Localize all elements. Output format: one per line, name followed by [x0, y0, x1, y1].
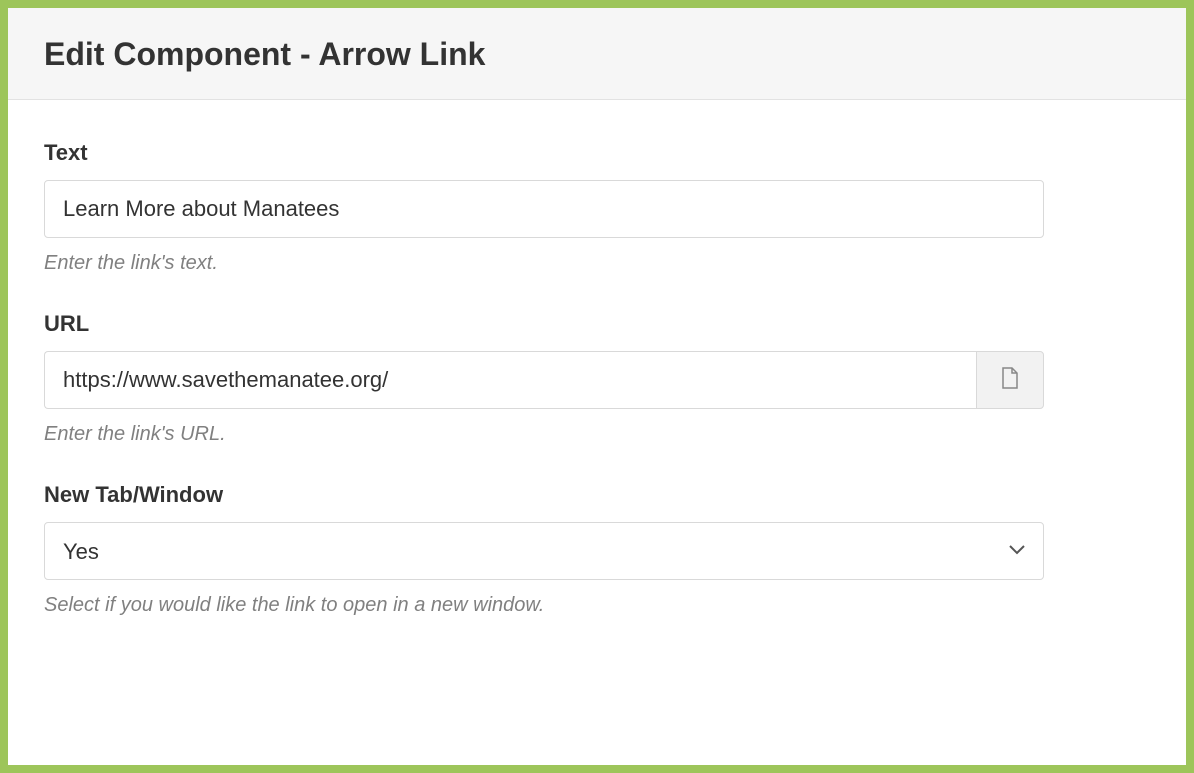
field-text: Text Enter the link's text. [44, 140, 1150, 275]
select-new-tab[interactable]: Yes [44, 522, 1044, 580]
dialog-body: Text Enter the link's text. URL Enter th [8, 100, 1186, 683]
label-url: URL [44, 311, 1150, 337]
input-url[interactable] [44, 351, 976, 409]
field-new-tab: New Tab/Window Yes Select if you would l… [44, 482, 1150, 617]
file-icon [1001, 367, 1019, 394]
field-url: URL Enter the link's URL. [44, 311, 1150, 446]
help-text-url: Enter the link's URL. [44, 423, 1150, 446]
dialog-title: Edit Component - Arrow Link [44, 36, 1150, 73]
help-text-text: Enter the link's text. [44, 252, 1150, 275]
input-group-url [44, 351, 1044, 409]
dialog-header: Edit Component - Arrow Link [8, 8, 1186, 100]
label-new-tab: New Tab/Window [44, 482, 1150, 508]
select-wrap-new-tab: Yes [44, 522, 1044, 580]
label-text: Text [44, 140, 1150, 166]
help-text-new-tab: Select if you would like the link to ope… [44, 594, 1150, 617]
input-text[interactable] [44, 180, 1044, 238]
file-picker-button[interactable] [976, 351, 1044, 409]
dialog-container: Edit Component - Arrow Link Text Enter t… [0, 0, 1194, 773]
